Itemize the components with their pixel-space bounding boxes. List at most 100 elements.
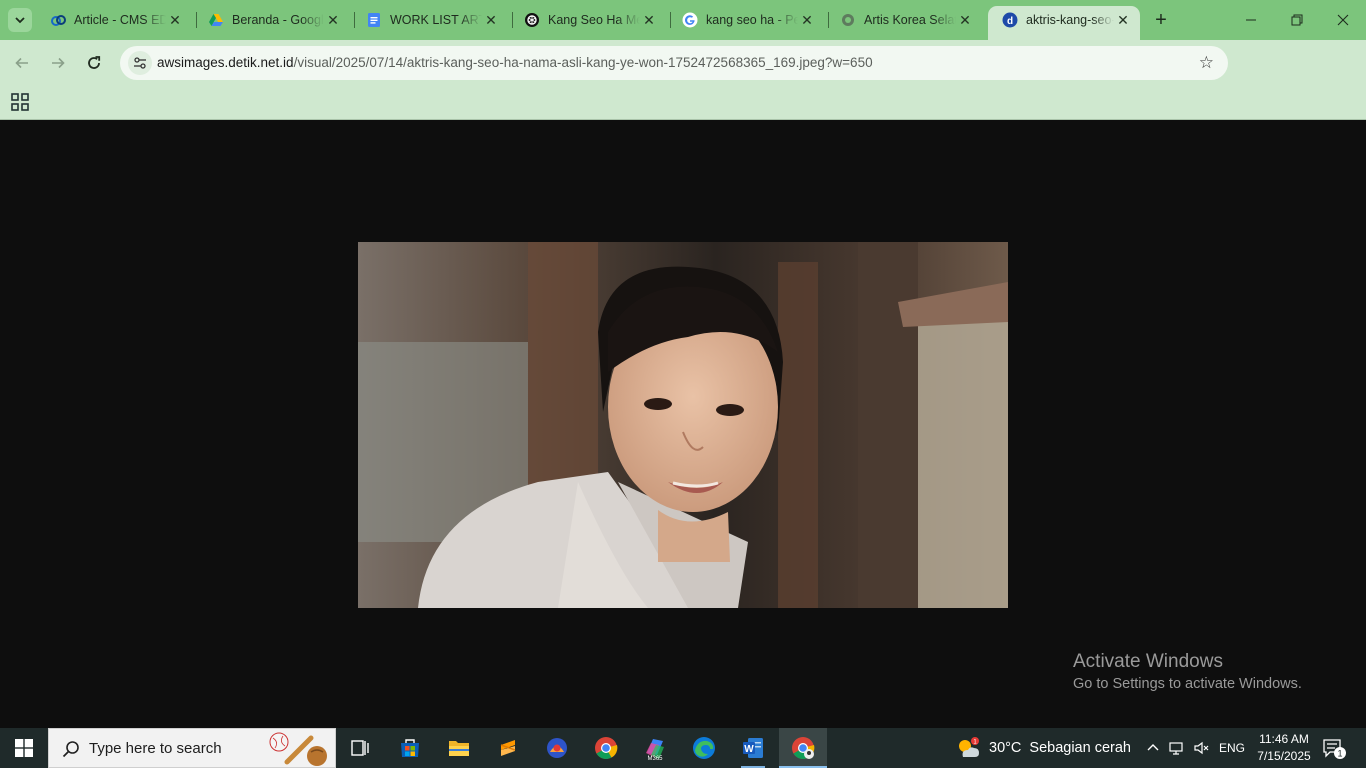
taskbar-search[interactable]: Type here to search	[48, 728, 336, 768]
clock-time: 11:46 AM	[1259, 732, 1309, 746]
image-viewer: Activate Windows Go to Settings to activ…	[0, 121, 1366, 728]
taskbar-chrome[interactable]	[582, 728, 630, 768]
chatgpt-icon	[524, 12, 540, 28]
notification-count: 1	[1337, 749, 1342, 759]
close-window-button[interactable]	[1320, 0, 1366, 40]
url-path: /visual/2025/07/14/aktris-kang-seo-ha-na…	[293, 55, 873, 70]
taskbar-chrome-profile[interactable]	[779, 728, 827, 768]
tab-search-button[interactable]	[8, 8, 32, 32]
restore-button[interactable]	[1274, 0, 1320, 40]
task-view-icon	[351, 740, 369, 756]
tab-title: Artis Korea Selatan	[864, 13, 956, 27]
weather-temperature: 30°C	[989, 740, 1022, 756]
watermark-subtitle: Go to Settings to activate Windows.	[1073, 676, 1302, 692]
tab-title: Kang Seo Ha Meninggal	[548, 13, 640, 27]
web-icon	[840, 12, 856, 28]
google-docs-icon	[366, 12, 382, 28]
taskbar-app-circle[interactable]	[533, 728, 581, 768]
close-icon	[1337, 14, 1349, 26]
close-icon[interactable]: ✕	[640, 11, 658, 29]
restore-icon	[1291, 14, 1303, 26]
task-view-button[interactable]	[336, 728, 384, 768]
tab-kang-seo-ha-meninggal[interactable]: Kang Seo Ha Meninggal ✕	[510, 6, 666, 34]
browser-toolbar: awsimages.detik.net.id/visual/2025/07/14…	[0, 40, 1366, 114]
new-tab-button[interactable]: +	[1150, 9, 1172, 31]
forward-button[interactable]	[44, 49, 72, 77]
tab-title: Article - CMS EDITOR	[74, 13, 166, 27]
cms-icon	[50, 12, 66, 28]
chrome-profile-icon	[792, 737, 815, 759]
close-icon[interactable]: ✕	[956, 11, 974, 29]
word-icon: W	[743, 738, 763, 758]
tab-title: Beranda - Google Drive	[232, 13, 324, 27]
close-icon[interactable]: ✕	[324, 11, 342, 29]
tab-work-list[interactable]: WORK LIST ARTIKEL ✕	[352, 6, 508, 34]
taskbar-app-store[interactable]	[386, 728, 434, 768]
volume-mute-icon[interactable]	[1193, 740, 1209, 756]
svg-text:d: d	[1007, 16, 1013, 27]
clock-date: 7/15/2025	[1257, 749, 1311, 763]
taskbar-word[interactable]: W	[729, 728, 777, 768]
displayed-photo[interactable]	[358, 242, 1008, 608]
taskbar-edge[interactable]	[680, 728, 728, 768]
taskbar-file-explorer[interactable]	[435, 728, 483, 768]
app-circle-icon	[547, 738, 567, 758]
system-clock[interactable]: 11:46 AM 7/15/2025	[1256, 731, 1312, 765]
activate-windows-watermark: Activate Windows Go to Settings to activ…	[1073, 651, 1302, 692]
tune-icon	[134, 57, 146, 69]
bookmarks-bar	[0, 86, 1366, 120]
close-icon[interactable]: ✕	[166, 11, 184, 29]
sublime-text-icon	[500, 740, 516, 756]
windows-taskbar: Type here to search M365 W 1 30°C Sebagi…	[0, 728, 1366, 768]
search-placeholder: Type here to search	[89, 740, 222, 757]
tab-title: WORK LIST ARTIKEL	[390, 13, 482, 27]
search-icon	[62, 741, 79, 758]
reload-button[interactable]	[80, 49, 108, 77]
apps-grid-icon[interactable]	[11, 93, 29, 111]
windows-logo-icon	[15, 739, 33, 757]
input-language[interactable]: ENG	[1219, 741, 1245, 755]
tab-title: kang seo ha - Penelusuran Google	[706, 13, 798, 27]
minimize-button[interactable]	[1228, 0, 1274, 40]
portrait-photo	[358, 242, 1008, 608]
google-drive-icon	[208, 12, 224, 28]
site-info-button[interactable]	[128, 51, 152, 75]
bookmark-star-icon[interactable]: ☆	[1199, 53, 1214, 73]
close-icon[interactable]: ✕	[482, 11, 500, 29]
tab-cms[interactable]: Article - CMS EDITOR ✕	[36, 6, 192, 34]
watermark-title: Activate Windows	[1073, 651, 1223, 672]
taskbar-sublime[interactable]	[484, 728, 532, 768]
arrow-right-icon	[52, 57, 65, 69]
url-host: awsimages.detik.net.id	[157, 55, 294, 70]
start-button[interactable]	[0, 728, 48, 768]
chrome-icon	[595, 737, 618, 759]
microsoft-365-icon: M365	[646, 739, 664, 761]
tab-title: aktris-kang-seo-ha-nama-asli	[1026, 13, 1114, 27]
tab-artis-korea[interactable]: Artis Korea Selatan ✕	[826, 6, 982, 34]
tab-google-search[interactable]: kang seo ha - Penelusuran Google ✕	[668, 6, 824, 34]
svg-text:M365: M365	[647, 756, 663, 761]
chevron-down-icon	[15, 17, 25, 24]
edge-icon	[693, 737, 715, 759]
close-icon[interactable]: ✕	[798, 11, 816, 29]
back-button[interactable]	[8, 49, 36, 77]
detik-icon: d	[1002, 12, 1018, 28]
tab-google-drive[interactable]: Beranda - Google Drive ✕	[194, 6, 350, 34]
taskbar-m365[interactable]: M365	[631, 728, 679, 768]
url-text[interactable]: awsimages.detik.net.id/visual/2025/07/14…	[157, 55, 873, 70]
svg-text:W: W	[744, 744, 754, 755]
tab-aktris-kang-seo-ha[interactable]: d aktris-kang-seo-ha-nama-asli ✕	[988, 6, 1140, 40]
network-icon[interactable]	[1168, 740, 1184, 756]
baseball-bat-icon	[269, 732, 327, 766]
close-icon[interactable]: ✕	[1114, 11, 1132, 29]
address-bar[interactable]: awsimages.detik.net.id/visual/2025/07/14…	[120, 46, 1228, 80]
show-hidden-icons-chevron-up-icon[interactable]	[1145, 740, 1161, 756]
minimize-icon	[1246, 19, 1256, 21]
reload-icon	[88, 56, 101, 69]
notification-center-icon[interactable]: 1	[1322, 738, 1346, 760]
microsoft-store-icon	[401, 739, 419, 757]
google-icon	[682, 12, 698, 28]
tab-strip: Article - CMS EDITOR ✕ Beranda - Google …	[0, 0, 1366, 40]
partly-sunny-icon: 1	[955, 735, 981, 761]
weather-widget[interactable]: 1 30°C Sebagian cerah	[955, 728, 1131, 768]
